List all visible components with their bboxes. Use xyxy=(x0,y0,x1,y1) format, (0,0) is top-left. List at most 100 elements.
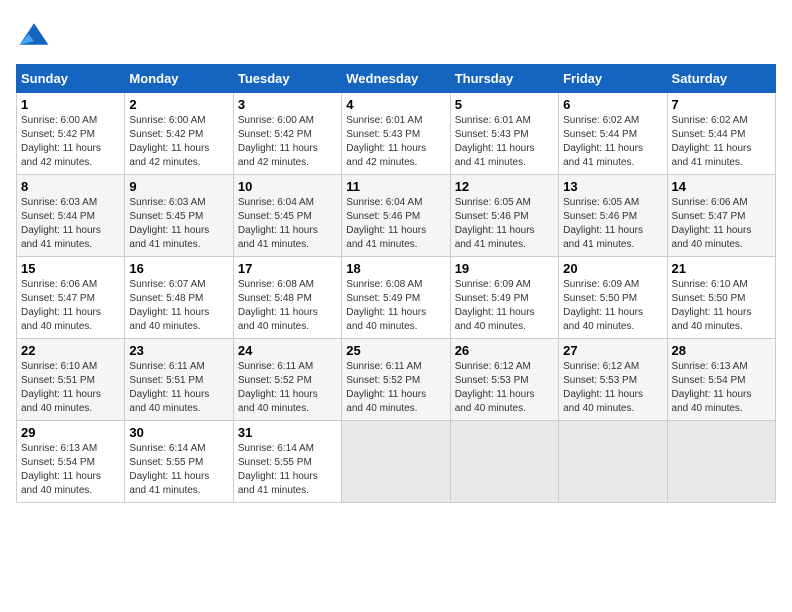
day-info: Sunrise: 6:10 AM Sunset: 5:51 PM Dayligh… xyxy=(21,360,120,416)
day-cell: 21 Sunrise: 6:10 AM Sunset: 5:50 PM Dayli… xyxy=(667,257,775,339)
day-number: 3 xyxy=(238,97,337,112)
day-info: Sunrise: 6:05 AM Sunset: 5:46 PM Dayligh… xyxy=(563,196,662,252)
day-number: 15 xyxy=(21,261,120,276)
day-cell: 26Sunrise: 6:12 AM Sunset: 5:53 PM Dayli… xyxy=(450,339,558,421)
day-cell: 13Sunrise: 6:05 AM Sunset: 5:46 PM Dayli… xyxy=(559,175,667,257)
day-info: Sunrise: 6:11 AM Sunset: 5:52 PM Dayligh… xyxy=(346,360,445,416)
header-row: SundayMondayTuesdayWednesdayThursdayFrid… xyxy=(17,65,776,93)
day-number: 12 xyxy=(455,179,554,194)
logo-icon xyxy=(16,16,52,52)
day-number: 24 xyxy=(238,343,337,358)
day-info: Sunrise: 6:01 AM Sunset: 5:43 PM Dayligh… xyxy=(346,114,445,170)
day-info: Sunrise: 6:04 AM Sunset: 5:46 PM Dayligh… xyxy=(346,196,445,252)
day-info: Sunrise: 6:06 AM Sunset: 5:47 PM Dayligh… xyxy=(21,278,120,334)
day-number: 10 xyxy=(238,179,337,194)
header-saturday: Saturday xyxy=(667,65,775,93)
day-number: 7 xyxy=(672,97,771,112)
day-cell: 7 Sunrise: 6:02 AM Sunset: 5:44 PM Daylig… xyxy=(667,93,775,175)
header-thursday: Thursday xyxy=(450,65,558,93)
day-info: Sunrise: 6:08 AM Sunset: 5:48 PM Dayligh… xyxy=(238,278,337,334)
day-cell: 10 Sunrise: 6:04 AM Sunset: 5:45 PM Dayli… xyxy=(233,175,341,257)
day-cell: 30Sunrise: 6:14 AM Sunset: 5:55 PM Dayli… xyxy=(125,421,233,503)
day-cell: 11 Sunrise: 6:04 AM Sunset: 5:46 PM Dayli… xyxy=(342,175,450,257)
day-cell: 27 Sunrise: 6:12 AM Sunset: 5:53 PM Dayli… xyxy=(559,339,667,421)
day-info: Sunrise: 6:13 AM Sunset: 5:54 PM Dayligh… xyxy=(672,360,771,416)
day-info: Sunrise: 6:00 AM Sunset: 5:42 PM Dayligh… xyxy=(21,114,120,170)
day-cell: 2 Sunrise: 6:00 AM Sunset: 5:42 PM Daylig… xyxy=(125,93,233,175)
day-number: 2 xyxy=(129,97,228,112)
day-cell: 5 Sunrise: 6:01 AM Sunset: 5:43 PM Daylig… xyxy=(450,93,558,175)
day-info: Sunrise: 6:09 AM Sunset: 5:49 PM Dayligh… xyxy=(455,278,554,334)
day-cell: 28 Sunrise: 6:13 AM Sunset: 5:54 PM Dayli… xyxy=(667,339,775,421)
day-cell: 17 Sunrise: 6:08 AM Sunset: 5:48 PM Dayli… xyxy=(233,257,341,339)
calendar-table: SundayMondayTuesdayWednesdayThursdayFrid… xyxy=(16,64,776,503)
day-cell: 8 Sunrise: 6:03 AM Sunset: 5:44 PM Daylig… xyxy=(17,175,125,257)
header-tuesday: Tuesday xyxy=(233,65,341,93)
day-cell: 22Sunrise: 6:10 AM Sunset: 5:51 PM Dayli… xyxy=(17,339,125,421)
day-info: Sunrise: 6:05 AM Sunset: 5:46 PM Dayligh… xyxy=(455,196,554,252)
day-number: 14 xyxy=(672,179,771,194)
day-number: 8 xyxy=(21,179,120,194)
day-info: Sunrise: 6:12 AM Sunset: 5:53 PM Dayligh… xyxy=(563,360,662,416)
day-cell: 15 Sunrise: 6:06 AM Sunset: 5:47 PM Dayli… xyxy=(17,257,125,339)
logo xyxy=(16,16,56,52)
header-monday: Monday xyxy=(125,65,233,93)
day-cell: 29 Sunrise: 6:13 AM Sunset: 5:54 PM Dayli… xyxy=(17,421,125,503)
day-cell: 19 Sunrise: 6:09 AM Sunset: 5:49 PM Dayli… xyxy=(450,257,558,339)
day-number: 28 xyxy=(672,343,771,358)
day-number: 5 xyxy=(455,97,554,112)
day-number: 26 xyxy=(455,343,554,358)
day-number: 19 xyxy=(455,261,554,276)
day-cell: 3Sunrise: 6:00 AM Sunset: 5:42 PM Daylig… xyxy=(233,93,341,175)
day-cell: 31 Sunrise: 6:14 AM Sunset: 5:55 PM Dayli… xyxy=(233,421,341,503)
day-number: 20 xyxy=(563,261,662,276)
day-info: Sunrise: 6:03 AM Sunset: 5:45 PM Dayligh… xyxy=(129,196,228,252)
day-info: Sunrise: 6:09 AM Sunset: 5:50 PM Dayligh… xyxy=(563,278,662,334)
day-cell: 23 Sunrise: 6:11 AM Sunset: 5:51 PM Dayli… xyxy=(125,339,233,421)
calendar-body: 1 Sunrise: 6:00 AM Sunset: 5:42 PM Daylig… xyxy=(17,93,776,503)
day-cell: 6Sunrise: 6:02 AM Sunset: 5:44 PM Daylig… xyxy=(559,93,667,175)
day-number: 31 xyxy=(238,425,337,440)
day-info: Sunrise: 6:11 AM Sunset: 5:51 PM Dayligh… xyxy=(129,360,228,416)
week-row-2: 8 Sunrise: 6:03 AM Sunset: 5:44 PM Daylig… xyxy=(17,175,776,257)
day-cell xyxy=(342,421,450,503)
day-number: 21 xyxy=(672,261,771,276)
day-info: Sunrise: 6:11 AM Sunset: 5:52 PM Dayligh… xyxy=(238,360,337,416)
day-cell: 9Sunrise: 6:03 AM Sunset: 5:45 PM Daylig… xyxy=(125,175,233,257)
day-info: Sunrise: 6:06 AM Sunset: 5:47 PM Dayligh… xyxy=(672,196,771,252)
day-info: Sunrise: 6:10 AM Sunset: 5:50 PM Dayligh… xyxy=(672,278,771,334)
day-cell: 12 Sunrise: 6:05 AM Sunset: 5:46 PM Dayli… xyxy=(450,175,558,257)
day-info: Sunrise: 6:03 AM Sunset: 5:44 PM Dayligh… xyxy=(21,196,120,252)
calendar-header: SundayMondayTuesdayWednesdayThursdayFrid… xyxy=(17,65,776,93)
day-cell xyxy=(559,421,667,503)
day-number: 29 xyxy=(21,425,120,440)
day-number: 11 xyxy=(346,179,445,194)
day-number: 25 xyxy=(346,343,445,358)
day-cell: 24 Sunrise: 6:11 AM Sunset: 5:52 PM Dayli… xyxy=(233,339,341,421)
header-friday: Friday xyxy=(559,65,667,93)
day-number: 30 xyxy=(129,425,228,440)
day-info: Sunrise: 6:14 AM Sunset: 5:55 PM Dayligh… xyxy=(238,442,337,498)
day-info: Sunrise: 6:01 AM Sunset: 5:43 PM Dayligh… xyxy=(455,114,554,170)
day-info: Sunrise: 6:07 AM Sunset: 5:48 PM Dayligh… xyxy=(129,278,228,334)
day-number: 1 xyxy=(21,97,120,112)
day-info: Sunrise: 6:02 AM Sunset: 5:44 PM Dayligh… xyxy=(672,114,771,170)
day-cell: 25 Sunrise: 6:11 AM Sunset: 5:52 PM Dayli… xyxy=(342,339,450,421)
week-row-5: 29 Sunrise: 6:13 AM Sunset: 5:54 PM Dayli… xyxy=(17,421,776,503)
day-number: 27 xyxy=(563,343,662,358)
week-row-4: 22Sunrise: 6:10 AM Sunset: 5:51 PM Dayli… xyxy=(17,339,776,421)
day-info: Sunrise: 6:13 AM Sunset: 5:54 PM Dayligh… xyxy=(21,442,120,498)
day-info: Sunrise: 6:00 AM Sunset: 5:42 PM Dayligh… xyxy=(129,114,228,170)
day-cell: 18Sunrise: 6:08 AM Sunset: 5:49 PM Dayli… xyxy=(342,257,450,339)
day-number: 18 xyxy=(346,261,445,276)
day-cell: 16Sunrise: 6:07 AM Sunset: 5:48 PM Dayli… xyxy=(125,257,233,339)
day-number: 4 xyxy=(346,97,445,112)
header-sunday: Sunday xyxy=(17,65,125,93)
day-cell: 14 Sunrise: 6:06 AM Sunset: 5:47 PM Dayli… xyxy=(667,175,775,257)
day-number: 23 xyxy=(129,343,228,358)
day-number: 6 xyxy=(563,97,662,112)
day-info: Sunrise: 6:04 AM Sunset: 5:45 PM Dayligh… xyxy=(238,196,337,252)
day-cell: 1 Sunrise: 6:00 AM Sunset: 5:42 PM Daylig… xyxy=(17,93,125,175)
day-cell: 20 Sunrise: 6:09 AM Sunset: 5:50 PM Dayli… xyxy=(559,257,667,339)
day-number: 17 xyxy=(238,261,337,276)
